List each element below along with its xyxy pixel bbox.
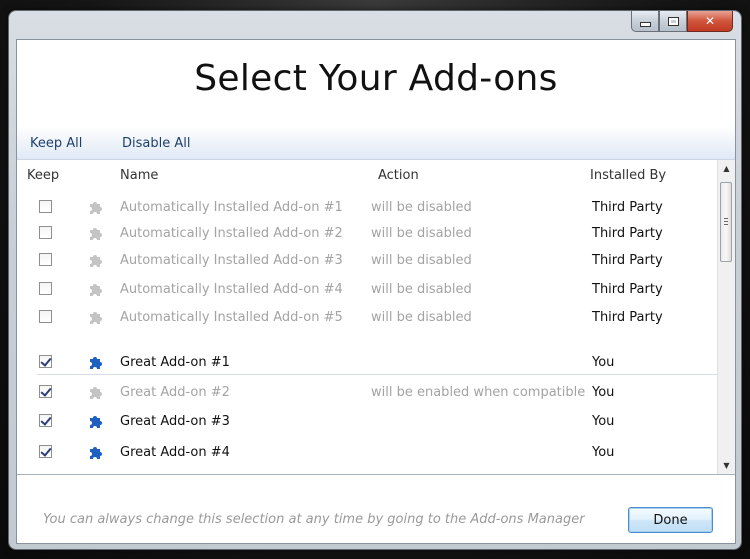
addon-action: will be disabled — [371, 253, 472, 268]
disable-all-button[interactable]: Disable All — [122, 136, 190, 151]
keep-checkbox[interactable] — [39, 445, 52, 458]
minimize-icon — [639, 21, 651, 27]
scroll-grip — [724, 221, 728, 222]
addon-action: will be disabled — [371, 200, 472, 215]
puzzle-piece-icon — [87, 280, 105, 298]
scroll-up-arrow-icon[interactable]: ▲ — [718, 160, 735, 177]
vertical-scrollbar[interactable]: ▲ ▼ — [717, 160, 735, 474]
addon-installed-by: You — [592, 445, 615, 460]
keep-checkbox[interactable] — [39, 385, 52, 398]
puzzle-piece-icon — [87, 308, 105, 326]
maximize-button[interactable] — [659, 11, 687, 32]
addon-name: Automatically Installed Add-on #4 — [120, 282, 343, 297]
close-icon: ✕ — [704, 14, 716, 28]
addon-installed-by: You — [592, 414, 615, 429]
table-row[interactable]: Great Add-on #3 You — [17, 409, 717, 435]
addon-name: Great Add-on #2 — [120, 385, 230, 400]
keep-checkbox[interactable] — [39, 200, 52, 213]
addon-name: Automatically Installed Add-on #2 — [120, 226, 343, 241]
column-header-keep[interactable]: Keep — [27, 168, 59, 183]
maximize-icon — [667, 16, 679, 26]
table-row[interactable]: Automatically Installed Add-on #4 will be… — [17, 277, 717, 303]
addon-installed-by: Third Party — [592, 226, 663, 241]
addon-installed-by: Third Party — [592, 310, 663, 325]
puzzle-piece-icon — [87, 251, 105, 269]
addon-name: Automatically Installed Add-on #3 — [120, 253, 343, 268]
table-row[interactable]: Automatically Installed Add-on #3 will be… — [17, 248, 717, 274]
keep-checkbox[interactable] — [39, 355, 52, 368]
addon-name: Automatically Installed Add-on #5 — [120, 310, 343, 325]
addon-list[interactable]: Keep Name Action Installed By Automatica… — [17, 160, 735, 475]
addon-installed-by: Third Party — [592, 200, 663, 215]
addon-action: will be disabled — [371, 310, 472, 325]
keep-all-button[interactable]: Keep All — [30, 136, 82, 151]
keep-checkbox[interactable] — [39, 414, 52, 427]
keep-checkbox[interactable] — [39, 310, 52, 323]
scroll-down-arrow-icon[interactable]: ▼ — [718, 457, 735, 474]
column-header-action[interactable]: Action — [378, 168, 419, 183]
addon-installed-by: You — [592, 355, 615, 370]
puzzle-piece-icon — [87, 412, 105, 430]
screen: ✕ Select Your Add-ons Keep All Disable A… — [0, 0, 750, 559]
page-title: Select Your Add-ons — [194, 58, 558, 99]
keep-checkbox[interactable] — [39, 253, 52, 266]
table-row[interactable]: Automatically Installed Add-on #1 will be… — [17, 195, 717, 221]
addon-action: will be disabled — [371, 226, 472, 241]
addon-action: will be disabled — [371, 282, 472, 297]
puzzle-piece-icon — [87, 443, 105, 461]
addon-name: Great Add-on #3 — [120, 414, 230, 429]
addon-name: Great Add-on #1 — [120, 355, 230, 370]
puzzle-piece-icon — [87, 353, 105, 371]
footer-hint: You can always change this selection at … — [43, 512, 585, 527]
close-button[interactable]: ✕ — [687, 11, 733, 32]
minimize-button[interactable] — [631, 11, 659, 32]
addon-installed-by: You — [592, 385, 615, 400]
table-row[interactable]: Great Add-on #1 You — [17, 350, 717, 376]
done-button[interactable]: Done — [628, 507, 713, 533]
toolbar: Keep All Disable All — [17, 126, 735, 160]
column-header-installed-by[interactable]: Installed By — [590, 168, 666, 183]
scroll-grip — [724, 224, 728, 225]
table-row[interactable]: Great Add-on #2 will be enabled when comp… — [17, 380, 717, 406]
keep-checkbox[interactable] — [39, 226, 52, 239]
keep-checkbox[interactable] — [39, 282, 52, 295]
column-header-name[interactable]: Name — [120, 168, 158, 183]
addon-installed-by: Third Party — [592, 253, 663, 268]
scroll-thumb[interactable] — [720, 182, 732, 262]
scroll-grip — [724, 218, 728, 219]
group-divider — [37, 374, 717, 375]
puzzle-piece-icon — [87, 383, 105, 401]
puzzle-piece-icon — [87, 224, 105, 242]
addon-installed-by: Third Party — [592, 282, 663, 297]
addon-name: Automatically Installed Add-on #1 — [120, 200, 343, 215]
table-row[interactable]: Great Add-on #4 You — [17, 440, 717, 466]
dialog-content: Select Your Add-ons Keep All Disable All… — [16, 39, 736, 544]
list-header: Keep Name Action Installed By — [17, 160, 717, 190]
addon-action: will be enabled when compatible — [371, 385, 586, 400]
table-row[interactable]: Automatically Installed Add-on #2 will be… — [17, 221, 717, 247]
table-row[interactable]: Automatically Installed Add-on #5 will be… — [17, 305, 717, 331]
puzzle-piece-icon — [87, 198, 105, 216]
addon-name: Great Add-on #4 — [120, 445, 230, 460]
dialog-window: ✕ Select Your Add-ons Keep All Disable A… — [9, 11, 741, 549]
caption-buttons: ✕ — [631, 11, 733, 33]
